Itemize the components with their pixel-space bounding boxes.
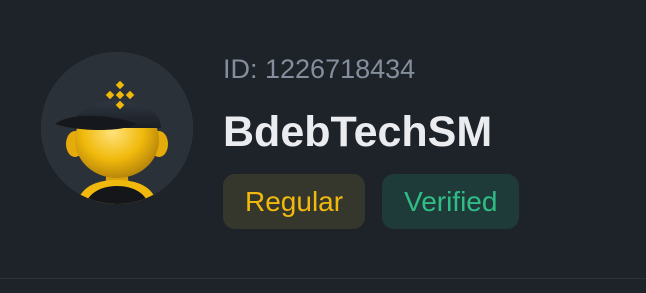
profile-header: ID: 1226718434 BdebTechSM Regular Verifi…	[0, 0, 646, 293]
username: BdebTechSM	[223, 108, 493, 156]
binance-cap-character-icon	[41, 52, 193, 204]
regular-badge: Regular	[223, 174, 366, 229]
divider	[0, 278, 646, 279]
verified-badge: Verified	[382, 174, 520, 229]
avatar[interactable]	[41, 52, 193, 204]
badge-group: Regular Verified	[223, 174, 520, 229]
user-id: ID: 1226718434	[223, 54, 416, 84]
